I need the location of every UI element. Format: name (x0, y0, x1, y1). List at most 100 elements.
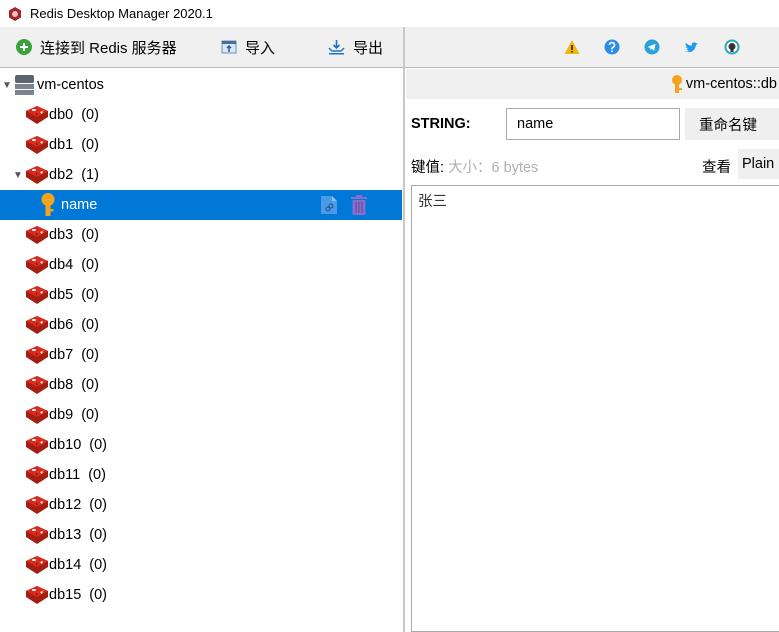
db-label: db2 (1) (49, 167, 99, 183)
value-text: 张三 (418, 194, 447, 210)
db-name: db14 (49, 557, 82, 573)
key-icon (671, 74, 682, 93)
delete-key-icon[interactable] (351, 195, 367, 215)
warning-icon[interactable] (563, 38, 581, 56)
key-name-input[interactable]: name (506, 108, 680, 140)
view-mode-label: 查看 (702, 160, 731, 176)
db-label: db7 (0) (49, 347, 99, 363)
value-label: 键值: (411, 160, 445, 176)
db-key-count: (0) (81, 407, 99, 423)
expand-arrow-icon[interactable]: ▼ (2, 80, 12, 91)
value-label-group: 键值: 大小：6 bytes (411, 156, 538, 177)
redis-db-icon (26, 256, 48, 274)
rename-key-button[interactable]: 重命名键 (685, 108, 779, 140)
tree-db-db4[interactable]: db4 (0) (0, 250, 403, 280)
tab-title: vm-centos::db (685, 76, 777, 92)
db-key-count: (0) (89, 527, 107, 543)
db-key-count: (0) (81, 107, 99, 123)
db-key-count: (0) (81, 317, 99, 333)
import-icon (221, 40, 237, 54)
db-label: db11 (0) (49, 467, 106, 483)
server-icon (15, 75, 34, 95)
redis-db-icon (26, 496, 48, 514)
right-toolbar (405, 27, 779, 68)
db-label: db1 (0) (49, 137, 99, 153)
db-label: db13 (0) (49, 527, 107, 543)
main-toolbar: 连接到 Redis 服务器 导入 导出 (0, 27, 404, 68)
db-key-count: (0) (89, 557, 107, 573)
connect-button[interactable]: 连接到 Redis 服务器 (16, 27, 177, 67)
db-name: db13 (49, 527, 82, 543)
redis-db-icon (26, 316, 48, 334)
db-label: db12 (0) (49, 497, 107, 513)
redis-db-icon (26, 466, 48, 484)
window-title: Redis Desktop Manager 2020.1 (30, 6, 213, 21)
db-name: db2 (49, 167, 74, 183)
tree-db-db14[interactable]: db14 (0) (0, 550, 403, 580)
tree-db-db7[interactable]: db7 (0) (0, 340, 403, 370)
help-icon[interactable] (603, 38, 621, 56)
redis-db-icon (26, 586, 48, 604)
db-key-count: (0) (81, 347, 99, 363)
view-mode-value: Plain (742, 156, 775, 172)
tree-key-item[interactable]: name (0, 190, 402, 220)
tree-db-db8[interactable]: db8 (0) (0, 370, 403, 400)
telegram-icon[interactable] (643, 38, 661, 56)
tree-db-db9[interactable]: db9 (0) (0, 400, 403, 430)
connection-name: vm-centos (37, 77, 104, 93)
connection-tree: ▼ vm-centos db0 (0) db1 (0) ▼ db2 (1) name db3 (… (0, 69, 403, 632)
tree-db-db13[interactable]: db13 (0) (0, 520, 403, 550)
key-tab-header[interactable]: vm-centos::db (406, 69, 779, 99)
db-label: db9 (0) (49, 407, 99, 423)
tree-db-db2[interactable]: ▼ db2 (1) (0, 160, 403, 190)
redis-db-icon (26, 406, 48, 424)
db-key-count: (1) (81, 167, 99, 183)
key-icon (41, 193, 55, 216)
copy-key-icon[interactable] (320, 195, 338, 215)
db-label: db6 (0) (49, 317, 99, 333)
db-name: db12 (49, 497, 82, 513)
value-size: 大小：6 bytes (448, 160, 539, 176)
db-key-count: (0) (89, 587, 107, 603)
db-label: db15 (0) (49, 587, 107, 603)
redis-db-icon (26, 436, 48, 454)
key-name: name (61, 197, 98, 213)
db-key-count: (0) (81, 377, 99, 393)
import-button[interactable]: 导入 (221, 27, 275, 67)
tree-db-db3[interactable]: db3 (0) (0, 220, 403, 250)
plus-circle-icon (16, 39, 32, 55)
tree-db-db0[interactable]: db0 (0) (0, 100, 403, 130)
panel-splitter[interactable] (403, 27, 405, 632)
twitter-icon[interactable] (683, 38, 701, 56)
export-icon (328, 40, 345, 55)
db-name: db11 (49, 467, 81, 483)
db-key-count: (0) (89, 437, 107, 453)
db-label: db0 (0) (49, 107, 99, 123)
db-name: db10 (49, 437, 82, 453)
view-mode-select[interactable]: Plain (738, 149, 779, 179)
tree-db-db5[interactable]: db5 (0) (0, 280, 403, 310)
tree-db-db6[interactable]: db6 (0) (0, 310, 403, 340)
tree-db-db15[interactable]: db15 (0) (0, 580, 403, 610)
tree-connection-vm-centos[interactable]: ▼ vm-centos (0, 70, 403, 100)
tree-db-db1[interactable]: db1 (0) (0, 130, 403, 160)
expand-arrow-icon[interactable]: ▼ (13, 170, 23, 181)
db-key-count: (0) (88, 467, 106, 483)
tree-db-db12[interactable]: db12 (0) (0, 490, 403, 520)
tree-db-db11[interactable]: db11 (0) (0, 460, 403, 490)
tree-db-db10[interactable]: db10 (0) (0, 430, 403, 460)
redis-db-icon (26, 106, 48, 124)
value-editor[interactable]: 张三 (411, 185, 779, 632)
redis-db-icon (26, 526, 48, 544)
db-key-count: (0) (81, 137, 99, 153)
db-label: db8 (0) (49, 377, 99, 393)
key-name-value: name (517, 116, 554, 132)
db-name: db9 (49, 407, 74, 423)
key-type-label: STRING: (411, 116, 471, 132)
export-button[interactable]: 导出 (328, 27, 383, 67)
db-name: db0 (49, 107, 74, 123)
github-icon[interactable] (723, 38, 741, 56)
redis-db-icon (26, 376, 48, 394)
db-key-count: (0) (81, 257, 99, 273)
db-key-count: (0) (89, 497, 107, 513)
